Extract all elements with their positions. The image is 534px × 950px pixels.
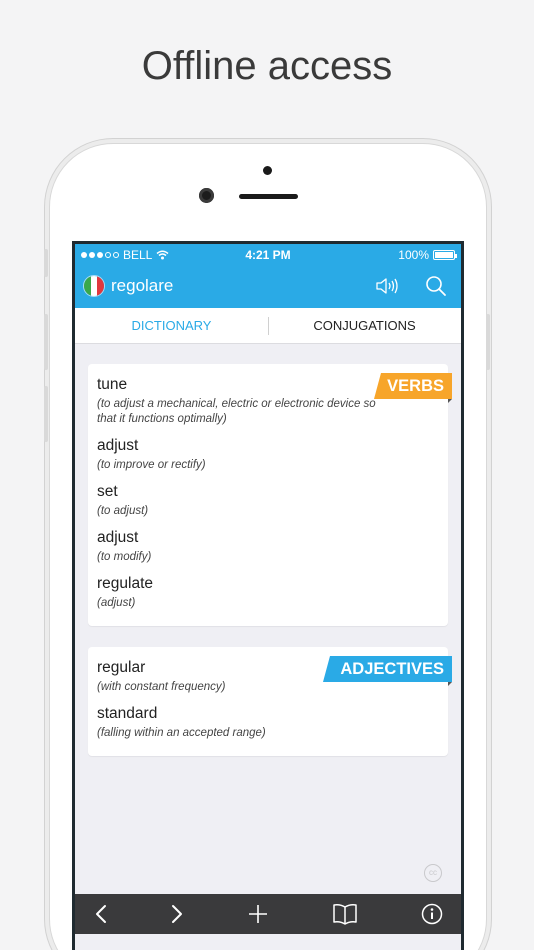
back-icon[interactable] (90, 903, 112, 925)
entry-gloss: (to adjust) (97, 505, 149, 517)
headline: Offline access (141, 44, 393, 88)
search-term: regolare (111, 276, 174, 295)
bottom-toolbar (75, 894, 461, 934)
entry-word: adjust (97, 529, 139, 546)
verbs-card: VERBS tune (to adjust a mechanical, elec… (88, 364, 452, 626)
nav-bar: regolare (75, 266, 461, 308)
volume-up-button (44, 314, 48, 370)
front-camera (199, 188, 214, 203)
entry-gloss: (to modify) (97, 551, 152, 563)
entry-word: tune (97, 376, 128, 393)
tag-fold (448, 399, 452, 403)
tag-fold (448, 682, 452, 686)
list-item[interactable]: standard (falling within an accepted ran… (97, 705, 266, 741)
entry-gloss: (adjust) (97, 597, 136, 609)
tab-dictionary[interactable]: DICTIONARY (75, 308, 268, 344)
tab-bar: DICTIONARY CONJUGATIONS (75, 308, 461, 344)
list-item[interactable]: regulate (adjust) (97, 575, 153, 611)
forward-icon[interactable] (166, 903, 188, 925)
mute-switch (44, 249, 48, 277)
tab-conjugations[interactable]: CONJUGATIONS (268, 308, 461, 344)
entry-word: adjust (97, 437, 139, 454)
adjectives-card: ADJECTIVES regular (with constant freque… (88, 647, 452, 756)
italy-flag-icon[interactable] (83, 275, 105, 297)
entry-word: standard (97, 705, 158, 722)
entry-gloss: (falling within an accepted range) (97, 727, 266, 739)
list-item[interactable]: regular (with constant frequency) (97, 659, 225, 695)
pronounce-speaker-icon[interactable] (375, 276, 399, 296)
phone-screen: BELL 4:21 PM 100% regolare DICTIONARY CO… (72, 241, 464, 950)
entry-word: regular (97, 659, 146, 676)
power-button (486, 314, 490, 370)
volume-down-button (44, 386, 48, 442)
proximity-sensor (263, 166, 272, 175)
status-bar: BELL 4:21 PM 100% (75, 244, 461, 266)
earpiece-speaker (239, 194, 298, 199)
add-icon[interactable] (247, 903, 269, 925)
list-item[interactable]: set (to adjust) (97, 483, 148, 519)
entry-word: regulate (97, 575, 154, 592)
list-item[interactable]: adjust (to modify) (97, 529, 151, 565)
entry-word: set (97, 483, 118, 500)
list-item[interactable]: tune (to adjust a mechanical, electric o… (97, 376, 377, 427)
search-icon[interactable] (425, 275, 447, 297)
entry-gloss: (with constant frequency) (97, 681, 226, 693)
battery-icon (433, 250, 457, 260)
entry-gloss: (to adjust a mechanical, electric or ele… (97, 398, 376, 425)
entry-gloss: (to improve or rectify) (97, 459, 206, 471)
verbs-tag: VERBS (374, 373, 452, 399)
adjectives-tag: ADJECTIVES (323, 656, 452, 682)
list-item[interactable]: adjust (to improve or rectify) (97, 437, 206, 473)
creative-commons-icon[interactable]: cc (424, 864, 442, 882)
bookmarks-icon[interactable] (332, 903, 358, 925)
info-icon[interactable] (421, 903, 443, 925)
battery-percent: 100% (398, 248, 429, 262)
